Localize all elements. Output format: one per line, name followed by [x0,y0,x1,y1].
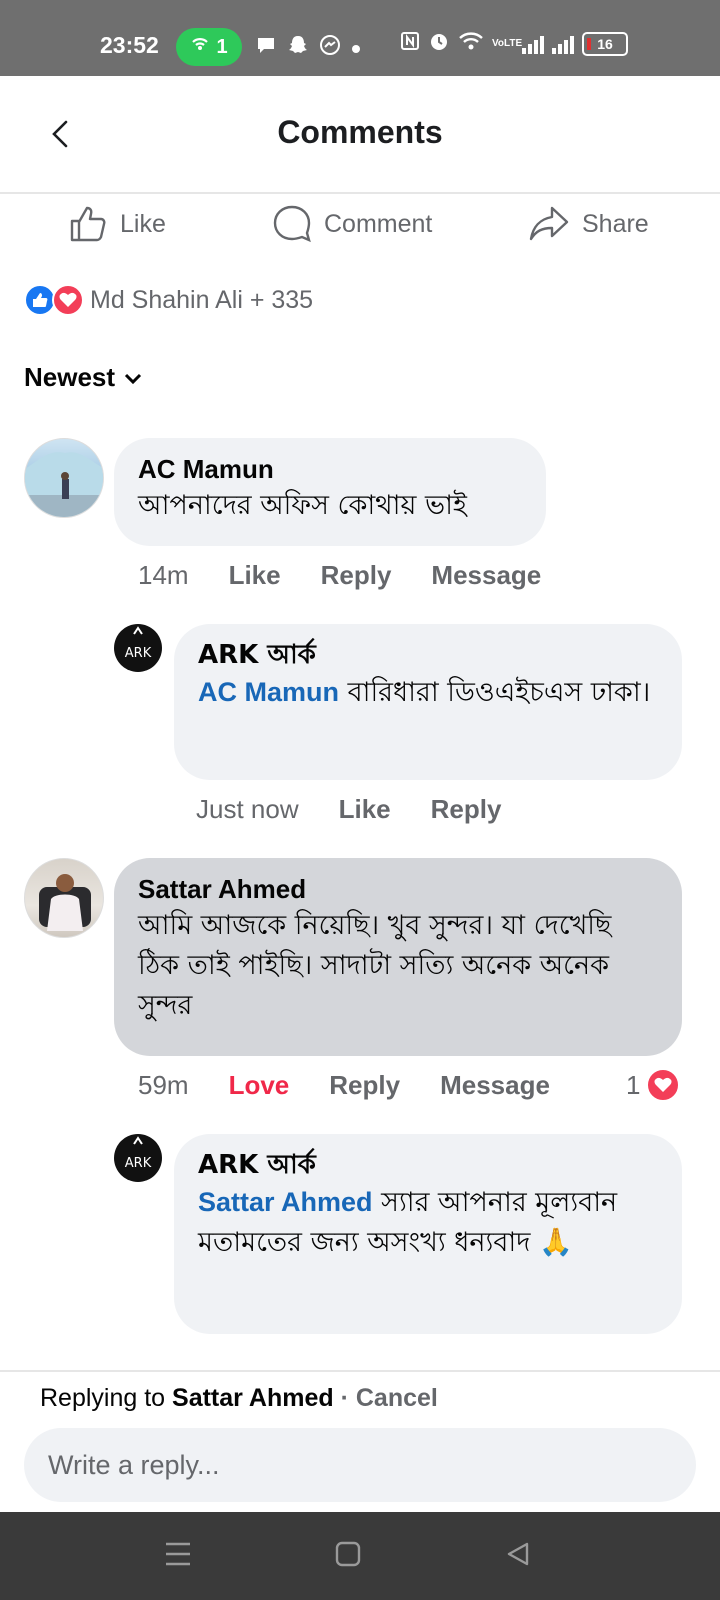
home-nav-button[interactable] [326,1534,370,1578]
svg-text:ARK: ARK [125,1156,152,1171]
comment-reaction-count[interactable]: 1 [626,1068,681,1102]
system-icons: VoLTE 16 [400,30,628,57]
messenger-icon [319,34,341,62]
avatar[interactable]: ARK [114,624,162,672]
comment-time: 59m [138,1070,189,1100]
nfc-icon [400,31,420,56]
reply-time: Just now [196,794,299,824]
home-square-icon [335,1541,361,1572]
reply-author[interactable]: ARK আর্ক [198,1148,658,1182]
reply-input[interactable] [24,1428,696,1502]
hotspot-icon [190,34,210,60]
reply-author[interactable]: ARK আর্ক [198,638,658,672]
system-nav-bar [0,1512,720,1600]
menu-icon [164,1541,192,1572]
avatar[interactable] [24,438,104,518]
alarm-icon [428,30,450,57]
comment-meta: 14m Like Reply Message [138,560,541,591]
menu-nav-button[interactable] [156,1534,200,1578]
comment-text: আমি আজকে নিয়েছি। খুব সুন্দর। যা দেখেছি … [138,910,612,1021]
reply-text: Sattar Ahmed স্যার আপনার মূল্যবান মতামতে… [198,1182,658,1263]
comment-meta: 59m Love Reply Message [138,1070,550,1101]
reaction-count-text: 1 [626,1069,641,1100]
back-nav-button[interactable] [496,1534,540,1578]
reply-meta: Just now Like Reply [196,794,501,825]
wifi-icon [458,31,484,56]
comment-text: আপনাদের অফিস কোথায় ভাই [138,490,467,521]
status-time: 23:52 [100,32,159,58]
avatar[interactable]: ARK [114,1134,162,1182]
post-actions: Like Comment Share [0,198,720,250]
snapchat-icon [287,34,309,62]
comment-button[interactable]: Comment [272,204,432,244]
reply-composer: Replying to Sattar Ahmed · Cancel [0,1370,720,1514]
like-button[interactable]: Like [68,204,166,244]
mention-link[interactable]: Sattar Ahmed [198,1187,373,1217]
reactions-text: Md Shahin Ali + 335 [90,285,314,314]
notification-icons [255,34,361,62]
comment-author[interactable]: Sattar Ahmed [138,872,658,906]
hotspot-indicator: 1 [176,28,242,66]
status-bar: 23:52 1 VoLTE 16 [0,0,720,76]
thumbs-up-icon [68,204,108,244]
dot-icon [351,37,361,60]
comment-bubble[interactable]: AC Mamun আপনাদের অফিস কোথায় ভাই [114,438,546,546]
chat-bubble-icon [255,34,277,62]
volte-label: VoLTE [492,37,523,49]
comment-love-button[interactable]: Love [229,1070,290,1101]
svg-text:ARK: ARK [125,646,152,661]
comment-time: 14m [138,560,189,590]
reactions-summary[interactable]: Md Shahin Ali + 335 [24,284,313,316]
replying-prefix: Replying to [40,1384,173,1412]
comment-bubble-icon [272,204,312,244]
comment-author[interactable]: AC Mamun [138,452,522,486]
chevron-down-icon [123,362,143,393]
sort-label: Newest [24,362,116,392]
comment-like-button[interactable]: Like [229,560,281,591]
reply-body: বারিধারা ডিওএইচএস ঢাকা। [339,677,651,708]
comment-reply-button[interactable]: Reply [321,560,392,591]
love-reaction-icon [52,284,84,316]
share-button[interactable]: Share [528,204,649,244]
comments-header: Comments [0,76,720,194]
signal-1-icon [522,34,544,54]
reply-like-button[interactable]: Like [339,794,391,825]
cancel-reply-button[interactable]: · Cancel [334,1384,438,1412]
share-label: Share [582,209,649,238]
replying-to-label: Replying to Sattar Ahmed · Cancel [40,1384,438,1413]
share-arrow-icon [528,204,570,244]
battery-level: 16 [597,35,613,52]
hotspot-count: 1 [216,35,228,58]
replying-target: Sattar Ahmed [172,1384,334,1412]
comment-message-button[interactable]: Message [440,1070,550,1101]
back-triangle-icon [505,1541,531,1572]
reply-text: AC Mamun বারিধারা ডিওএইচএস ঢাকা। [198,672,658,713]
sort-dropdown[interactable]: Newest [24,362,143,393]
comment-message-button[interactable]: Message [431,560,541,591]
page-title: Comments [277,114,443,150]
comment-label: Comment [324,209,433,238]
battery-icon: 16 [582,31,628,56]
avatar[interactable] [24,858,104,938]
signal-2-icon [552,34,574,54]
reply-bubble[interactable]: ARK আর্ক AC Mamun বারিধারা ডিওএইচএস ঢাকা… [174,624,682,780]
like-label: Like [120,209,166,238]
comment-reply-button[interactable]: Reply [329,1070,400,1101]
mention-link[interactable]: AC Mamun [198,677,339,707]
reply-reply-button[interactable]: Reply [431,794,502,825]
love-reaction-icon [646,1068,681,1102]
reply-bubble[interactable]: ARK আর্ক Sattar Ahmed স্যার আপনার মূল্যব… [174,1134,682,1334]
comment-bubble[interactable]: Sattar Ahmed আমি আজকে নিয়েছি। খুব সুন্দ… [114,858,682,1056]
